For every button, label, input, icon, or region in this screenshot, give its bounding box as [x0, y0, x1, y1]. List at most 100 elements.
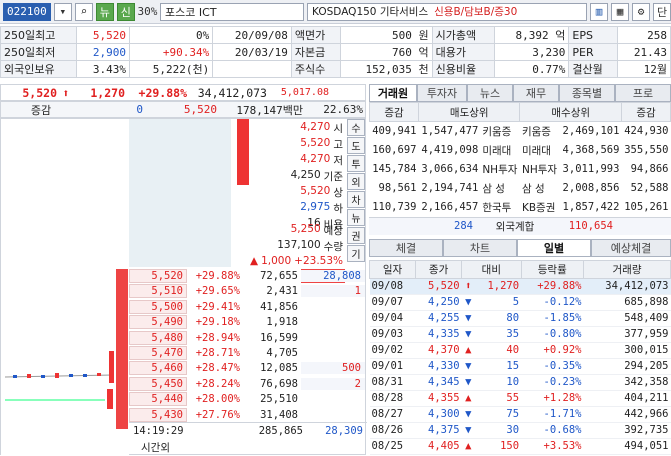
side-tab[interactable]: 외 — [347, 173, 365, 190]
bottom-tab[interactable]: 체결 — [369, 238, 443, 257]
daily-row[interactable]: 09/02 4,370 ▲ 40 +0.92% 300,015 — [369, 342, 671, 359]
single-button[interactable]: 단 — [653, 2, 671, 21]
search-icon[interactable]: ⌕ — [74, 2, 93, 21]
daily-close: 4,375 — [415, 422, 462, 439]
bid-rate: +28.94% — [195, 331, 240, 344]
daily-rate: -0.80% — [521, 326, 584, 343]
bottom-tab[interactable]: 차트 — [443, 238, 517, 257]
top-tab[interactable]: 종목별 — [559, 84, 615, 102]
top-tab[interactable]: 재무 — [513, 84, 559, 102]
bid-qty: 2,431 — [266, 285, 298, 298]
side-tab[interactable]: 투 — [347, 155, 365, 172]
broker-row[interactable]: 160,697 4,419,098 미래대 미래대 4,368,569 355,550 — [370, 141, 671, 160]
bid-qty: 31,408 — [260, 408, 298, 421]
gear-icon[interactable]: ⚙ — [632, 2, 650, 21]
daily-row[interactable]: 09/01 4,330 ▼ 15 -0.35% 294,205 — [369, 358, 671, 375]
bid-row[interactable]: 5,430 +27.76% 31,408 — [129, 407, 367, 423]
bottom-tabs: 체결 차트 일별 예상체결 — [369, 238, 671, 257]
daily-row[interactable]: 09/07 4,250 ▼ 5 -0.12% 685,898 — [369, 294, 671, 311]
down-triangle-icon: ▼ — [461, 374, 475, 391]
daily-row[interactable]: 08/27 4,300 ▼ 75 -1.71% 442,966 — [369, 406, 671, 423]
broker-row[interactable]: 98,561 2,194,741 삼 성삼 성 2,008,856 52,588 — [370, 179, 671, 198]
info-label: 250일최고 — [0, 26, 78, 44]
expect-item: 5,250 예상 — [231, 223, 347, 237]
daily-close: 4,405 — [415, 438, 462, 455]
stock-code[interactable]: 022100 — [3, 2, 51, 21]
broker-row[interactable]: 409,941 1,547,477 키움증 키움증 2,469,101 424,930 — [370, 122, 671, 141]
daily-row[interactable]: 09/08 5,520 ⬆ 1,270 +29.88% 34,412,073 — [369, 278, 671, 295]
bid-row[interactable]: 5,510 +29.65% 2,431 1 — [129, 283, 367, 299]
info-value: 152,035 천 — [339, 60, 433, 78]
bid-rate: +28.00% — [195, 393, 240, 406]
daily-rate: +3.53% — [521, 438, 584, 455]
prev-volume: 5,017.08 — [280, 87, 329, 98]
up-triangle-icon: ⬆ — [461, 278, 475, 295]
info-row: 250일최저 2,900 +90.34% 20/03/19 자본금 760 억 대용가 3,2… — [0, 43, 671, 61]
broker-row[interactable]: 145,784 3,066,634 NH투자 NH투자 3,011,993 94,866 — [370, 160, 671, 179]
daily-row[interactable]: 08/25 4,405 ▲ 150 +3.53% 494,051 — [369, 438, 671, 455]
fund-badge[interactable]: 뉴 — [95, 2, 114, 21]
info-value: 3.43% — [76, 60, 131, 78]
info-value: 8,392 억 — [493, 26, 570, 44]
bid-qty: 12,085 — [260, 362, 298, 375]
bid-row[interactable]: 5,500 +29.41% 41,856 — [129, 299, 367, 315]
side-tab[interactable]: 수 — [347, 119, 365, 136]
daily-volume: 294,205 — [583, 358, 671, 375]
daily-close: 4,250 — [415, 294, 462, 311]
info-label: 외국인보유 — [0, 60, 78, 78]
dropdown-icon[interactable]: ▾ — [53, 2, 72, 21]
broker-cell: 4,419,098 — [421, 144, 479, 156]
top-tab[interactable]: 투자자 — [417, 84, 467, 102]
bid-row[interactable]: 5,490 +29.18% 1,918 — [129, 314, 367, 330]
daily-date: 09/02 — [369, 342, 416, 359]
side-tab[interactable]: 기 — [347, 245, 365, 262]
bid-row[interactable]: 5,480 +28.94% 16,599 — [129, 330, 367, 346]
broker-row[interactable]: 110,739 2,166,457 한국투 KB증권 1,857,422 105,261 — [370, 198, 671, 217]
side-tab[interactable]: 차 — [347, 191, 365, 208]
bottom-tab[interactable]: 일별 — [517, 238, 591, 257]
bid-row[interactable]: 5,470 +28.71% 4,705 — [129, 345, 367, 361]
bottom-tab[interactable]: 예상체결 — [591, 238, 671, 257]
grid-icon[interactable]: ▦ — [611, 2, 629, 21]
sum-price: 5,520 — [183, 103, 217, 116]
credit-badge[interactable]: 신 — [116, 2, 135, 21]
daily-rate: +29.88% — [521, 278, 584, 295]
summary-label: 시 — [333, 123, 343, 135]
summary-value: 4,270 — [300, 153, 331, 165]
stock-name[interactable]: 포스코 ICT — [160, 2, 305, 21]
daily-row[interactable]: 08/31 4,345 ▼ 10 -0.23% 342,358 — [369, 374, 671, 391]
daily-date: 09/04 — [369, 310, 416, 327]
info-value: 500 원 — [339, 26, 433, 44]
broker-cell: 409,941 — [372, 125, 417, 138]
daily-close: 4,355 — [415, 390, 462, 407]
side-tab[interactable]: 권 — [347, 227, 365, 244]
side-tab[interactable]: 뉴 — [347, 209, 365, 226]
ask-volume-column — [129, 119, 231, 267]
bid-row[interactable]: 5,450 +28.24% 76,698 2 — [129, 376, 367, 392]
credit-tags: 신용B/담보B/증30 — [434, 6, 518, 18]
bid-row[interactable]: 5,460 +28.47% 12,085 500 — [129, 360, 367, 376]
summary-item: 5,520 상 — [231, 185, 347, 199]
broker-cell: 한국투 — [482, 201, 512, 214]
top-tab[interactable]: 프로 — [615, 84, 671, 102]
daily-row[interactable]: 09/04 4,255 ▼ 80 -1.85% 548,409 — [369, 310, 671, 327]
daily-row[interactable]: 08/26 4,375 ▼ 30 -0.68% 392,735 — [369, 422, 671, 439]
daily-date: 08/26 — [369, 422, 416, 439]
bid-row[interactable]: 5,520 +29.88% 72,655 28,808 — [129, 268, 367, 284]
chart-icon[interactable]: ▥ — [590, 2, 608, 21]
top-tab[interactable]: 거래원 — [369, 84, 417, 102]
info-value: 12월 — [617, 60, 671, 78]
daily-row[interactable]: 09/03 4,335 ▼ 35 -0.80% 377,959 — [369, 326, 671, 343]
bid-row[interactable]: 5,440 +28.00% 25,510 — [129, 391, 367, 407]
daily-header: 대비 — [461, 259, 522, 279]
broker-cell: 미래대 — [482, 144, 512, 157]
broker-cell: 424,930 — [624, 125, 669, 138]
daily-row[interactable]: 08/28 4,355 ▲ 55 +1.28% 404,211 — [369, 390, 671, 407]
mini-chart-svg — [4, 351, 114, 409]
daily-diff: 5 — [474, 294, 522, 311]
broker-cell: 105,261 — [624, 201, 669, 213]
side-tab[interactable]: 도 — [347, 137, 365, 154]
summary-item: 4,270 저 — [231, 153, 347, 167]
info-label: 대용가 — [431, 43, 495, 61]
top-tab[interactable]: 뉴스 — [467, 84, 513, 102]
